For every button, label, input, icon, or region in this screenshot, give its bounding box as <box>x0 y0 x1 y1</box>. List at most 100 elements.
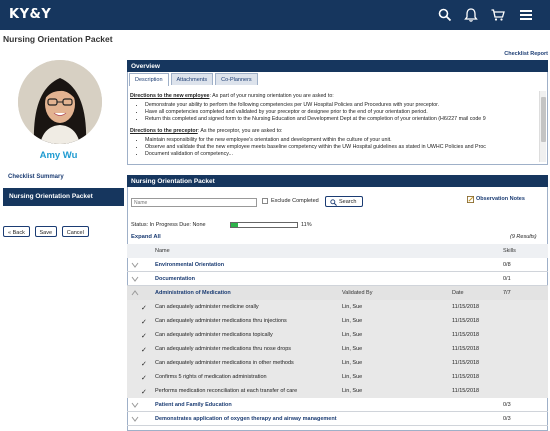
new-employee-item: Have all competencies completed and vali… <box>145 109 538 116</box>
validated-date: 11/15/2018 <box>452 346 480 352</box>
checklist-summary-label[interactable]: Checklist Summary <box>8 174 64 180</box>
checkmark-icon: ✓ <box>141 347 147 354</box>
skills-count: 0/1 <box>503 276 511 282</box>
skills-count: 7/7 <box>503 290 511 296</box>
top-nav-bar: KY&Y <box>0 0 550 30</box>
validated-date: 11/15/2018 <box>452 318 480 324</box>
expand-icon[interactable] <box>131 416 139 422</box>
validated-by: Lin, Sue <box>342 304 363 310</box>
skills-count: 0/3 <box>503 416 511 422</box>
packet-header: Nursing Orientation Packet <box>127 175 548 187</box>
name-filter-input[interactable] <box>131 198 257 207</box>
edit-notes-icon <box>467 196 474 203</box>
expand-icon[interactable] <box>131 276 139 282</box>
search-button[interactable]: Search <box>325 196 363 207</box>
checkmark-icon: ✓ <box>141 305 147 312</box>
progress-bar <box>230 222 298 228</box>
skill-row[interactable]: ✓ Can adequately administer medications t… <box>127 342 548 356</box>
grid-header: Name Skills <box>127 244 548 258</box>
new-employee-intro: : As part of your nursing orientation yo… <box>209 93 334 99</box>
exclude-completed-checkbox[interactable] <box>262 198 268 204</box>
checkmark-icon: ✓ <box>141 361 147 368</box>
tab-attachments[interactable]: Attachments <box>170 73 214 85</box>
expand-icon[interactable] <box>131 402 139 408</box>
validated-date: 11/15/2018 <box>452 360 480 366</box>
tab-co-planners[interactable]: Co-Planners <box>215 73 258 85</box>
skill-name: Can adequately administer medications to… <box>155 332 273 338</box>
status-text: Status: In Progress Due: None <box>131 222 206 228</box>
section-name[interactable]: Environmental Orientation <box>155 262 224 268</box>
checkmark-icon: ✓ <box>141 319 147 326</box>
skill-name: Confirms 5 rights of medication administ… <box>155 374 267 380</box>
validated-by: Lin, Sue <box>342 332 363 338</box>
new-employee-heading: Directions to the new employee <box>130 93 210 99</box>
search-icon[interactable] <box>437 7 453 23</box>
section-row[interactable]: Patient and Family Education 0/3 <box>127 398 548 412</box>
search-button-label: Search <box>339 199 357 205</box>
user-name: Amy Wu <box>39 150 78 161</box>
section-row[interactable]: Environmental Orientation 0/8 <box>127 258 548 272</box>
tab-description[interactable]: Description <box>129 73 169 86</box>
column-date: Date <box>452 290 464 296</box>
brand-logo[interactable]: KY&Y <box>9 7 51 22</box>
checkmark-icon: ✓ <box>141 375 147 382</box>
new-employee-item: Demonstrate your ability to perform the … <box>145 102 538 109</box>
skill-row[interactable]: ✓ Can adequately administer medications t… <box>127 328 548 342</box>
cart-icon[interactable] <box>490 7 506 23</box>
overview-header: Overview <box>127 60 548 72</box>
expand-all-link[interactable]: Expand All <box>131 234 161 240</box>
progress-fill <box>231 223 239 227</box>
description-scrollbar[interactable] <box>539 91 546 162</box>
preceptor-heading: Directions to the preceptor <box>130 128 198 134</box>
validated-by: Lin, Sue <box>342 374 363 380</box>
section-row[interactable]: Documentation 0/1 <box>127 272 548 286</box>
validated-by: Lin, Sue <box>342 318 363 324</box>
overview-tabs: Description Attachments Co-Planners <box>129 73 260 86</box>
exclude-completed-toggle[interactable]: Exclude Completed <box>262 198 319 204</box>
validated-date: 11/15/2018 <box>452 388 480 394</box>
menu-icon[interactable] <box>518 7 534 23</box>
skills-count: 0/8 <box>503 262 511 268</box>
section-row[interactable]: Administration of Medication Validated By… <box>127 286 548 300</box>
exclude-completed-label: Exclude Completed <box>271 198 319 204</box>
cancel-button[interactable]: Cancel <box>61 226 89 237</box>
skill-name: Can adequately administer medicine orall… <box>155 304 259 310</box>
back-button[interactable]: « Back <box>3 226 30 237</box>
observation-notes-link[interactable]: Observation Notes <box>467 196 525 203</box>
skill-row[interactable]: ✓ Performs medication reconciliation at e… <box>127 384 548 398</box>
column-validated-by: Validated By <box>342 290 373 296</box>
new-employee-item: Return this completed and signed form to… <box>145 116 538 123</box>
skill-name: Performs medication reconciliation at ea… <box>155 388 298 394</box>
skill-name: Can adequately administer medications in… <box>155 360 294 366</box>
description-text: Directions to the new employee: As part … <box>130 93 538 163</box>
skill-row[interactable]: ✓ Can adequately administer medicine oral… <box>127 300 548 314</box>
profile-photo <box>18 60 102 144</box>
section-name[interactable]: Patient and Family Education <box>155 402 232 408</box>
validated-date: 11/15/2018 <box>452 304 480 310</box>
skill-name: Can adequately administer medications th… <box>155 318 287 324</box>
column-skills[interactable]: Skills <box>503 248 516 254</box>
skill-row[interactable]: ✓ Can adequately administer medications t… <box>127 314 548 328</box>
sidebar-item-nursing-orientation-packet[interactable]: Nursing Orientation Packet <box>3 188 124 206</box>
scrollbar-thumb[interactable] <box>541 97 546 142</box>
collapse-icon[interactable] <box>131 290 139 296</box>
skills-count: 0/3 <box>503 402 511 408</box>
section-name[interactable]: Demonstrates application of oxygen thera… <box>155 416 337 422</box>
checklist-report-link[interactable]: Checklist Report <box>504 51 548 57</box>
validated-date: 11/15/2018 <box>452 374 480 380</box>
section-name[interactable]: Administration of Medication <box>155 290 231 296</box>
bell-icon[interactable] <box>463 7 479 23</box>
expand-icon[interactable] <box>131 262 139 268</box>
preceptor-item: Maintain responsibility for the new empl… <box>145 137 538 144</box>
skill-row[interactable]: ✓ Can adequately administer medications i… <box>127 356 548 370</box>
section-row[interactable]: Demonstrates application of oxygen thera… <box>127 412 548 426</box>
progress-label: 11% <box>301 222 312 228</box>
validated-date: 11/15/2018 <box>452 332 480 338</box>
section-name[interactable]: Documentation <box>155 276 195 282</box>
skills-grid: Environmental Orientation 0/8 Documentatio… <box>127 258 548 426</box>
preceptor-intro: : As the preceptor, you are asked to: <box>197 128 283 134</box>
checkmark-icon: ✓ <box>141 389 147 396</box>
column-name[interactable]: Name <box>155 248 170 254</box>
skill-row[interactable]: ✓ Confirms 5 rights of medication adminis… <box>127 370 548 384</box>
save-button[interactable]: Save <box>34 226 58 237</box>
